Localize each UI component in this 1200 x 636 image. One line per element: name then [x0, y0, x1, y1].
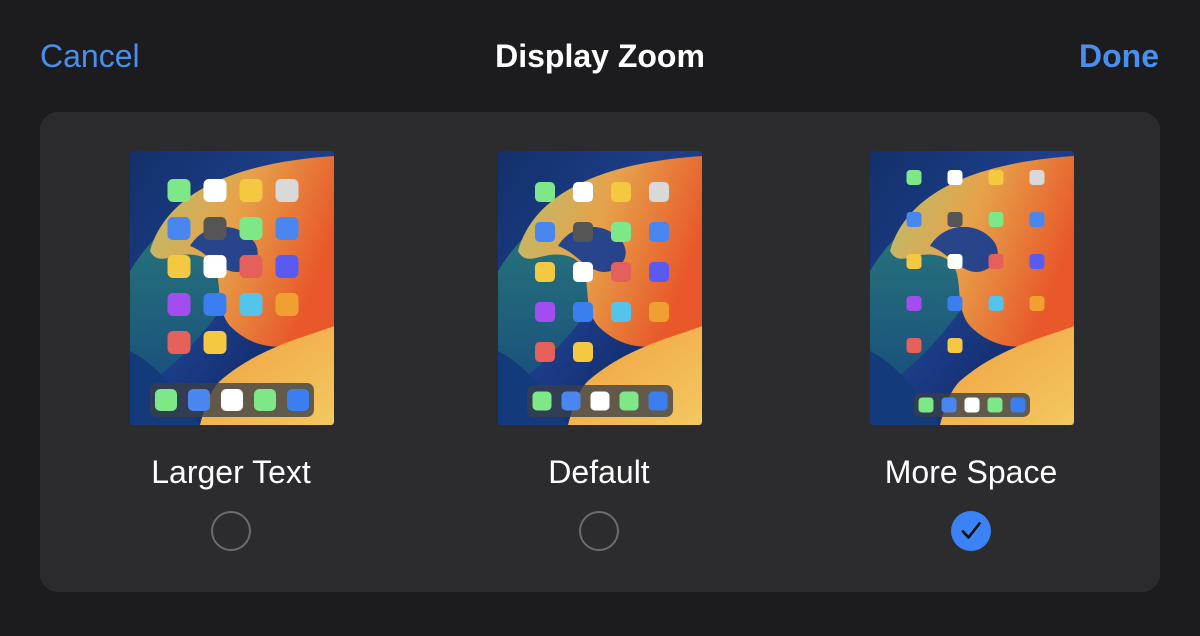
zoom-option-default[interactable]: Default [449, 112, 749, 592]
app-icon [1029, 254, 1045, 269]
app-icon [649, 222, 669, 242]
dock-app-icon [155, 389, 177, 411]
app-icon [275, 293, 299, 316]
app-icon [1029, 170, 1045, 185]
app-icon [167, 331, 191, 354]
dock-app-icon [188, 389, 210, 411]
app-icon [275, 179, 299, 202]
app-icon [167, 293, 191, 316]
app-icon [535, 342, 555, 362]
app-icon [535, 262, 555, 282]
app-icon [947, 338, 963, 353]
page-title: Display Zoom [495, 38, 705, 74]
dock-app-icon [987, 397, 1003, 413]
checkmark-icon [961, 522, 981, 539]
dock-app-icon [561, 391, 581, 411]
app-icon [239, 293, 263, 316]
app-icon [239, 179, 263, 202]
app-icon [611, 302, 631, 322]
app-icon [947, 170, 963, 185]
app-icon [906, 254, 922, 269]
app-icon [167, 217, 191, 240]
dock-app-icon [648, 391, 668, 411]
app-icon [906, 170, 922, 185]
dock-app-icon [221, 389, 243, 411]
ipad-home-screen-preview [130, 151, 334, 425]
larger-text-label: Larger Text [151, 454, 311, 490]
app-icon [573, 342, 593, 362]
dock-app-icon [964, 397, 980, 413]
default-preview-image [498, 151, 702, 425]
app-icon [239, 217, 263, 240]
app-icon [535, 302, 555, 322]
app-icon [1029, 212, 1045, 227]
dock-app-icon [941, 397, 957, 413]
app-icon [573, 302, 593, 322]
app-icon [203, 293, 227, 316]
app-icon [611, 262, 631, 282]
app-icon [988, 212, 1004, 227]
app-icon [947, 212, 963, 227]
dock-app-icon [1010, 397, 1026, 413]
more-space-preview-image [870, 151, 1074, 425]
dock-app-icon [254, 389, 276, 411]
app-icon [573, 262, 593, 282]
app-icon [573, 182, 593, 202]
larger-text-radio[interactable] [211, 511, 251, 551]
app-icon [906, 296, 922, 311]
app-icon [649, 262, 669, 282]
app-icon [988, 170, 1004, 185]
app-icon [167, 179, 191, 202]
dock-app-icon [590, 391, 610, 411]
app-icon [167, 255, 191, 278]
dock-app-icon [918, 397, 934, 413]
ipad-home-screen-preview [498, 151, 702, 425]
ipad-home-screen-preview [870, 151, 1074, 425]
larger-text-preview-image [130, 151, 334, 425]
app-icon [988, 254, 1004, 269]
zoom-option-more-space[interactable]: More Space [821, 112, 1121, 592]
dock-app-icon [532, 391, 552, 411]
app-icon [535, 182, 555, 202]
navigation-bar: Cancel Display Zoom Done [0, 0, 1200, 112]
default-radio[interactable] [579, 511, 619, 551]
display-zoom-sheet: Cancel Display Zoom Done Larger Text Def… [0, 0, 1200, 636]
app-icon [203, 255, 227, 278]
zoom-option-larger-text[interactable]: Larger Text [81, 112, 381, 592]
app-icon [573, 222, 593, 242]
done-button[interactable]: Done [1079, 36, 1159, 76]
app-icon [906, 212, 922, 227]
app-icon [1029, 296, 1045, 311]
app-icon [275, 255, 299, 278]
app-icon [203, 179, 227, 202]
more-space-label: More Space [884, 454, 1058, 490]
app-icon [239, 255, 263, 278]
app-icon [649, 302, 669, 322]
app-icon [535, 222, 555, 242]
default-label: Default [548, 454, 650, 490]
zoom-options-panel: Larger Text Default More Space [40, 112, 1160, 592]
app-icon [611, 222, 631, 242]
more-space-radio[interactable] [951, 511, 991, 551]
app-icon [947, 296, 963, 311]
app-icon [203, 217, 227, 240]
app-icon [203, 331, 227, 354]
app-icon [611, 182, 631, 202]
dock-app-icon [287, 389, 309, 411]
app-icon [947, 254, 963, 269]
app-icon [649, 182, 669, 202]
app-icon [988, 296, 1004, 311]
app-icon [275, 217, 299, 240]
app-icon [906, 338, 922, 353]
dock-app-icon [619, 391, 639, 411]
